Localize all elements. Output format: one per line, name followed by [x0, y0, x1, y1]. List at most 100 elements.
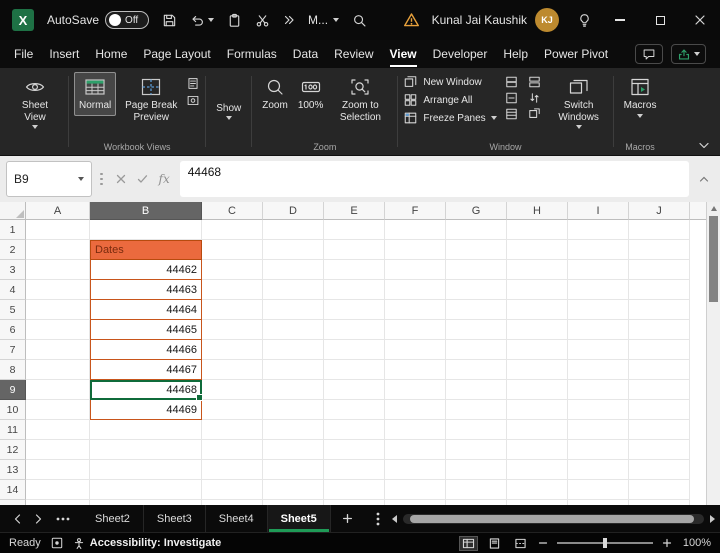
- cell-I3[interactable]: [568, 260, 629, 280]
- custom-views-icon[interactable]: [186, 94, 200, 107]
- row-header-12[interactable]: 12: [0, 440, 26, 460]
- cell-G12[interactable]: [446, 440, 507, 460]
- more-commands-icon[interactable]: [283, 14, 295, 26]
- macro-record-icon[interactable]: [51, 537, 63, 549]
- scroll-right-icon[interactable]: [710, 515, 715, 523]
- cell-B3[interactable]: 44462: [90, 260, 202, 280]
- cell-H8[interactable]: [507, 360, 568, 380]
- cell-I11[interactable]: [568, 420, 629, 440]
- row-header-9[interactable]: 9: [0, 380, 26, 400]
- zoom-100-button[interactable]: 100%: [293, 72, 329, 116]
- new-window-button[interactable]: New Window: [403, 75, 496, 89]
- menu-tab-formulas[interactable]: Formulas: [219, 40, 285, 68]
- cell-D9[interactable]: [263, 380, 324, 400]
- column-header-B[interactable]: B: [90, 202, 202, 220]
- zoom-to-selection-button[interactable]: Zoom to Selection: [328, 72, 392, 127]
- column-header-G[interactable]: G: [446, 202, 507, 220]
- page-break-view-status-button[interactable]: [512, 537, 529, 550]
- cell-H3[interactable]: [507, 260, 568, 280]
- cell-G14[interactable]: [446, 480, 507, 500]
- zoom-in-button[interactable]: [662, 538, 672, 548]
- cell-J11[interactable]: [629, 420, 690, 440]
- cell-D7[interactable]: [263, 340, 324, 360]
- cell-E11[interactable]: [324, 420, 385, 440]
- menu-tab-home[interactable]: Home: [87, 40, 135, 68]
- cell-A15[interactable]: [26, 500, 90, 505]
- cell-A6[interactable]: [26, 320, 90, 340]
- cell-I9[interactable]: [568, 380, 629, 400]
- cell-H11[interactable]: [507, 420, 568, 440]
- close-button[interactable]: [680, 0, 720, 40]
- row-header-4[interactable]: 4: [0, 280, 26, 300]
- cell-G15[interactable]: [446, 500, 507, 505]
- cell-C3[interactable]: [202, 260, 263, 280]
- reset-window-position-icon[interactable]: [526, 108, 544, 120]
- cell-E12[interactable]: [324, 440, 385, 460]
- maximize-button[interactable]: [640, 0, 680, 40]
- cell-H15[interactable]: [507, 500, 568, 505]
- undo-button[interactable]: [190, 13, 214, 28]
- name-box[interactable]: B9: [6, 161, 92, 197]
- cell-A9[interactable]: [26, 380, 90, 400]
- cell-F14[interactable]: [385, 480, 446, 500]
- cell-B13[interactable]: [90, 460, 202, 480]
- cell-G1[interactable]: [446, 220, 507, 240]
- cell-F4[interactable]: [385, 280, 446, 300]
- cell-B7[interactable]: 44466: [90, 340, 202, 360]
- cell-H14[interactable]: [507, 480, 568, 500]
- cell-E4[interactable]: [324, 280, 385, 300]
- cell-J4[interactable]: [629, 280, 690, 300]
- cell-J2[interactable]: [629, 240, 690, 260]
- row-header-1[interactable]: 1: [0, 220, 26, 240]
- scissors-icon[interactable]: [255, 13, 270, 28]
- cell-D14[interactable]: [263, 480, 324, 500]
- cell-H6[interactable]: [507, 320, 568, 340]
- page-layout-view-icon[interactable]: [186, 77, 200, 90]
- cell-J8[interactable]: [629, 360, 690, 380]
- document-title-dropdown[interactable]: M...: [308, 13, 339, 27]
- cell-J15[interactable]: [629, 500, 690, 505]
- show-button[interactable]: Show: [211, 89, 246, 125]
- cell-J13[interactable]: [629, 460, 690, 480]
- page-layout-view-status-button[interactable]: [486, 537, 503, 550]
- cancel-icon[interactable]: [116, 174, 126, 184]
- freeze-panes-button[interactable]: Freeze Panes: [403, 111, 496, 125]
- cell-I12[interactable]: [568, 440, 629, 460]
- cell-A1[interactable]: [26, 220, 90, 240]
- menu-tab-help[interactable]: Help: [495, 40, 536, 68]
- unhide-window-icon[interactable]: [503, 108, 521, 120]
- cell-C9[interactable]: [202, 380, 263, 400]
- sheet-tab-sheet4[interactable]: Sheet4: [206, 505, 268, 532]
- menu-tab-developer[interactable]: Developer: [425, 40, 496, 68]
- menu-tab-page-layout[interactable]: Page Layout: [135, 40, 218, 68]
- cell-F3[interactable]: [385, 260, 446, 280]
- cell-A12[interactable]: [26, 440, 90, 460]
- cell-E14[interactable]: [324, 480, 385, 500]
- formula-bar-handle[interactable]: [97, 173, 106, 186]
- cell-H1[interactable]: [507, 220, 568, 240]
- horizontal-scrollbar[interactable]: [380, 514, 720, 524]
- column-header-J[interactable]: J: [629, 202, 690, 220]
- minimize-button[interactable]: [600, 0, 640, 40]
- menu-tab-data[interactable]: Data: [285, 40, 326, 68]
- row-header-14[interactable]: 14: [0, 480, 26, 500]
- cell-J14[interactable]: [629, 480, 690, 500]
- cell-H9[interactable]: [507, 380, 568, 400]
- normal-view-button[interactable]: Normal: [74, 72, 116, 116]
- cell-D6[interactable]: [263, 320, 324, 340]
- cell-D2[interactable]: [263, 240, 324, 260]
- row-header-15[interactable]: 15: [0, 500, 26, 505]
- autosave-control[interactable]: AutoSave Off: [47, 11, 149, 29]
- horizontal-scrollbar-thumb[interactable]: [410, 515, 694, 523]
- cell-B9[interactable]: 44468: [90, 380, 202, 400]
- collapse-ribbon-chevron-icon[interactable]: [698, 142, 710, 149]
- cell-G7[interactable]: [446, 340, 507, 360]
- cell-C2[interactable]: [202, 240, 263, 260]
- cell-F6[interactable]: [385, 320, 446, 340]
- page-break-preview-button[interactable]: Page Break Preview: [116, 72, 186, 127]
- cell-H5[interactable]: [507, 300, 568, 320]
- cell-H12[interactable]: [507, 440, 568, 460]
- cell-I6[interactable]: [568, 320, 629, 340]
- sheet-view-button[interactable]: Sheet View: [7, 72, 63, 133]
- scroll-left-icon[interactable]: [392, 515, 397, 523]
